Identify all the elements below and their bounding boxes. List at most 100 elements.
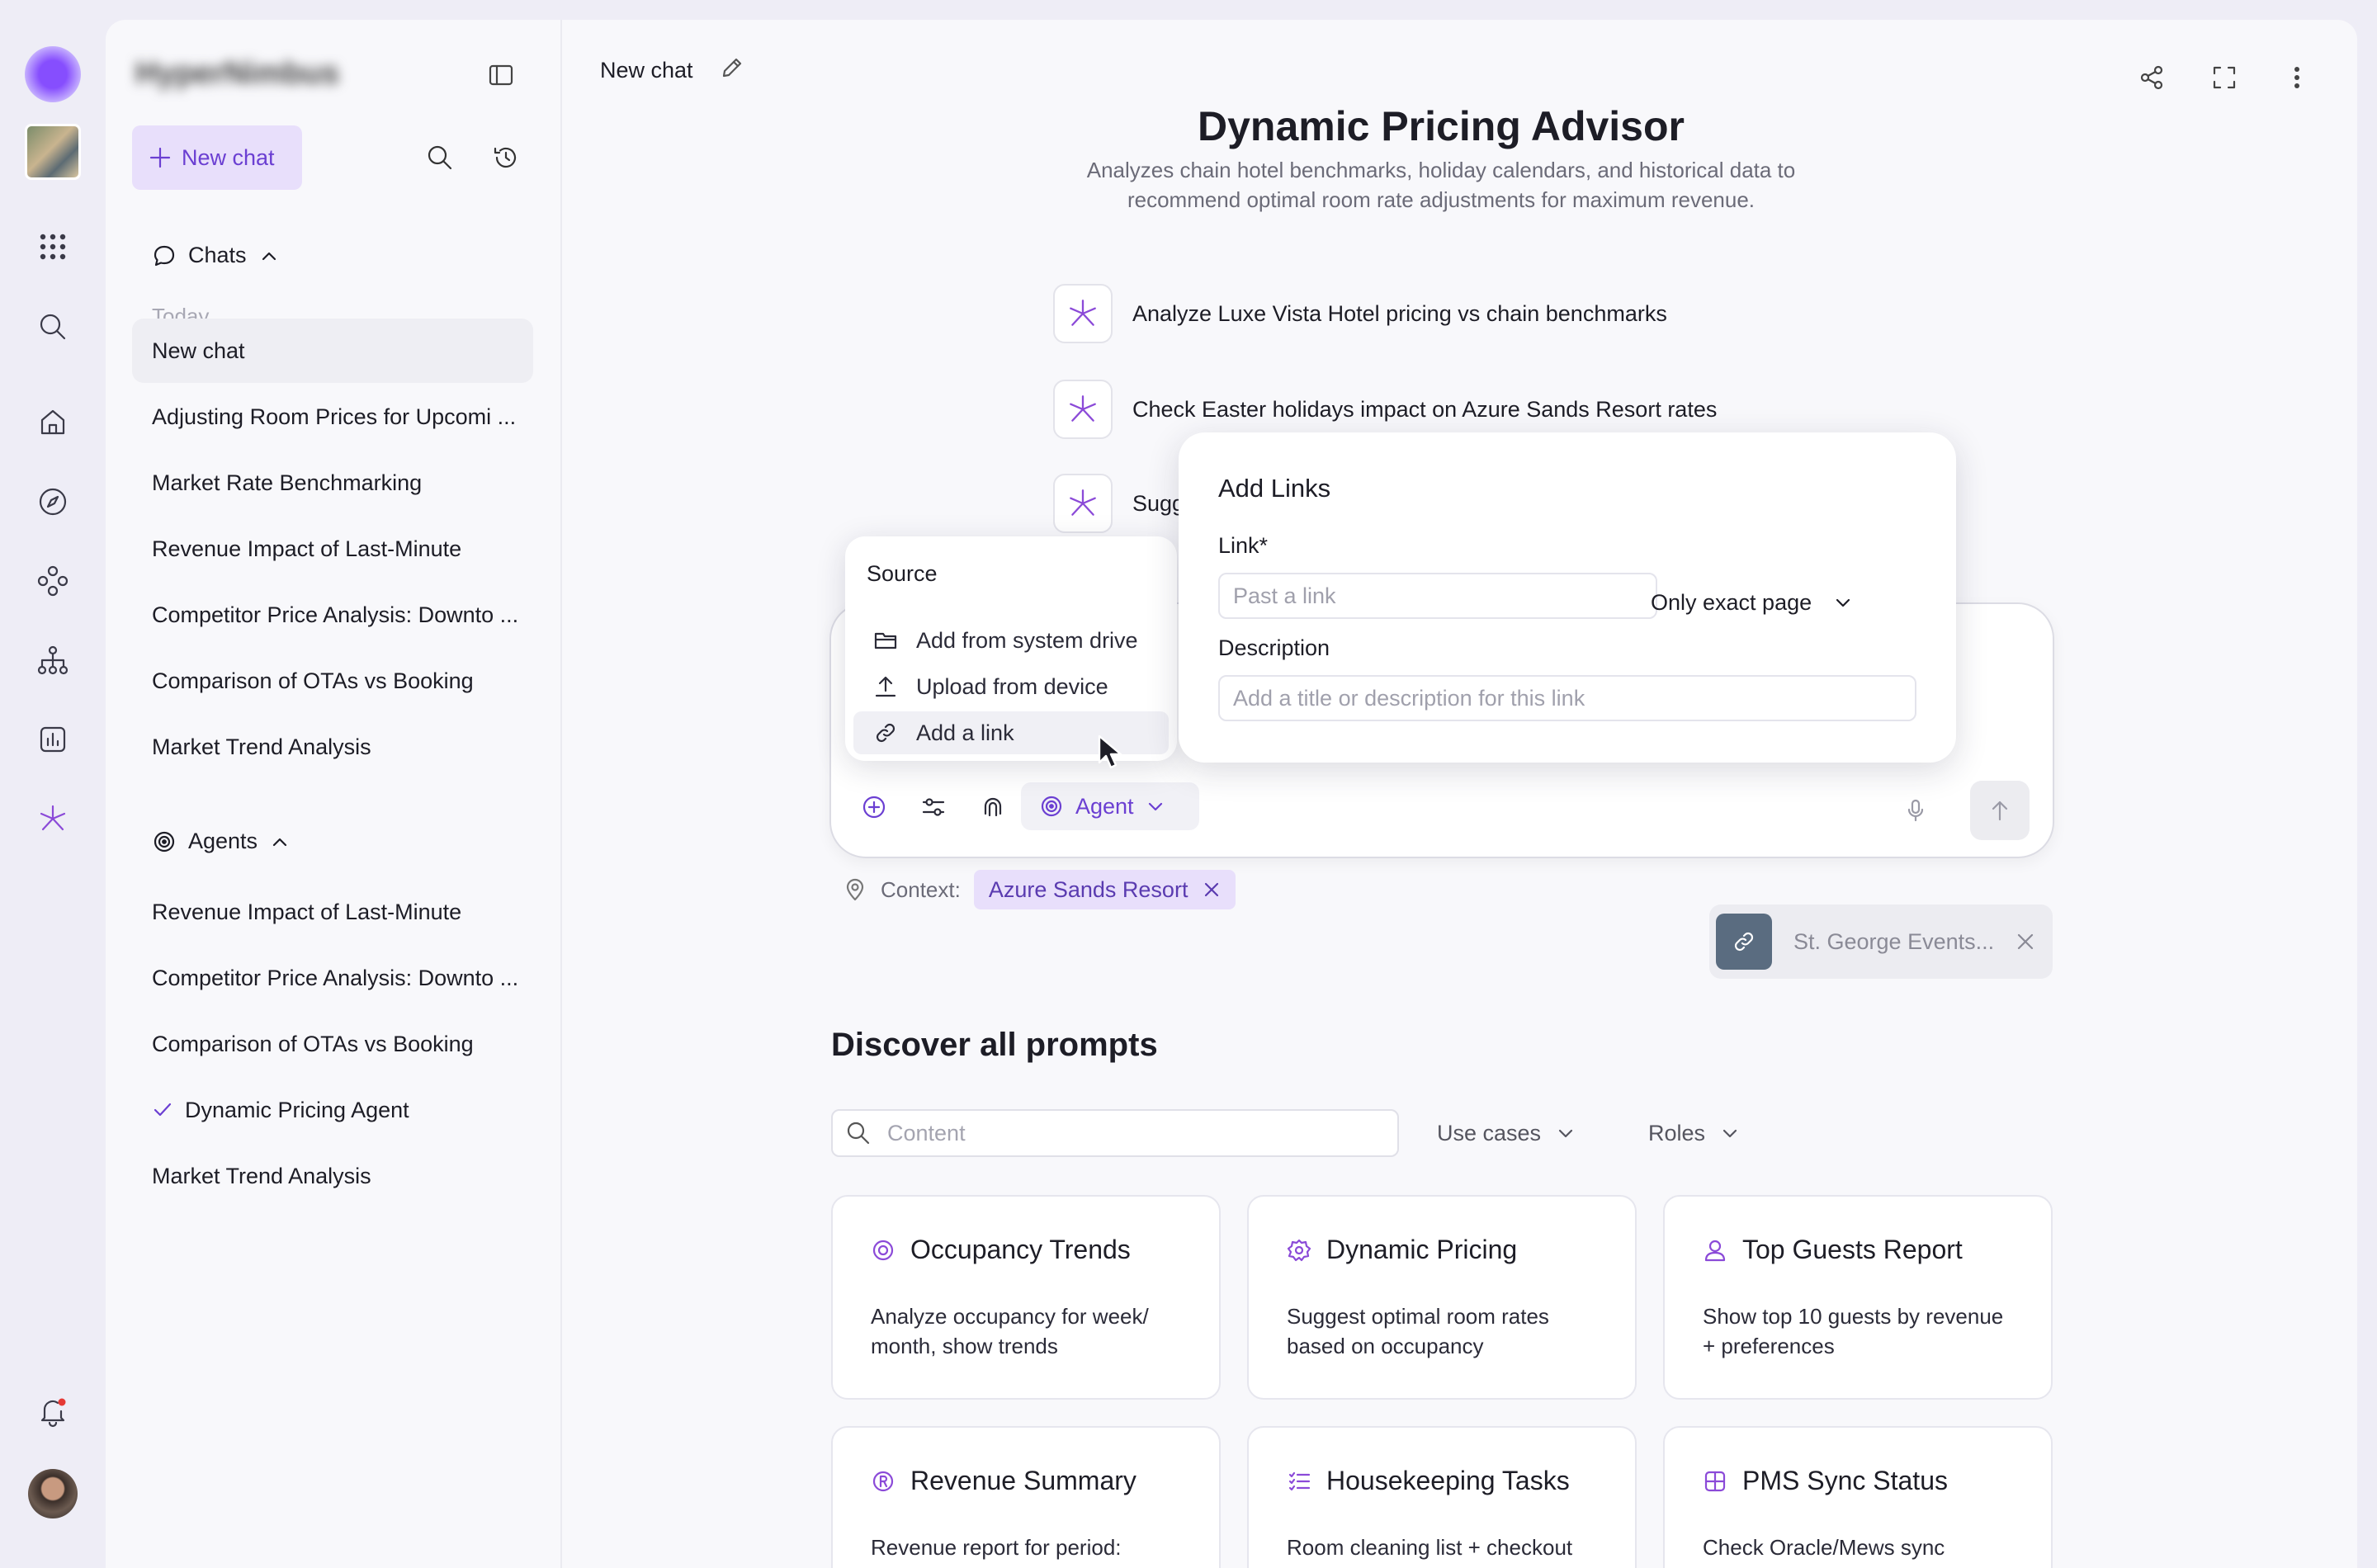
agent-icon bbox=[1053, 380, 1113, 439]
arrow-up-icon bbox=[1987, 798, 2012, 823]
prompt-card[interactable]: Housekeeping Tasks Room cleaning list + … bbox=[1247, 1426, 1637, 1568]
chevron-up-icon bbox=[258, 245, 280, 267]
suggestion-item[interactable]: Sugg bbox=[1053, 472, 1184, 535]
edit-title-icon[interactable] bbox=[719, 54, 745, 81]
agent-icon bbox=[1053, 474, 1113, 533]
app-logo[interactable] bbox=[25, 46, 81, 102]
fullscreen-icon[interactable] bbox=[2201, 54, 2247, 101]
apps-grid-icon[interactable] bbox=[30, 224, 76, 270]
add-from-drive-item[interactable]: Add from system drive bbox=[853, 619, 1169, 662]
new-chat-button[interactable]: New chat bbox=[132, 125, 302, 190]
notifications-icon[interactable] bbox=[30, 1388, 76, 1434]
context-label: Context: bbox=[881, 876, 961, 902]
attached-link-chip[interactable]: St. George Events... bbox=[1709, 904, 2053, 979]
prompt-card[interactable]: Dynamic Pricing Suggest optimal room rat… bbox=[1247, 1195, 1637, 1400]
integrations-icon[interactable] bbox=[30, 558, 76, 604]
brand-name: HyperNimbus bbox=[135, 56, 340, 91]
prompt-card[interactable]: Revenue Summary Revenue report for perio… bbox=[831, 1426, 1221, 1568]
fingerprint-icon[interactable] bbox=[970, 784, 1016, 830]
agent-item[interactable]: Revenue Impact of Last-Minute bbox=[132, 880, 533, 944]
scope-dropdown[interactable]: Only exact page bbox=[1651, 579, 1853, 626]
target-icon bbox=[1039, 794, 1064, 819]
app-rail bbox=[0, 0, 106, 1568]
occupancy-icon bbox=[871, 1238, 896, 1263]
discover-prompts-heading: Discover all prompts bbox=[831, 1027, 1158, 1063]
collapse-sidebar-icon[interactable] bbox=[487, 61, 515, 89]
agent-item[interactable]: Comparison of OTAs vs Booking bbox=[132, 1012, 533, 1076]
chat-item[interactable]: New chat bbox=[132, 319, 533, 383]
main-panel: New chat Dynamic Pricing Advisor Analyze… bbox=[562, 20, 2357, 1568]
chat-item[interactable]: Comparison of OTAs vs Booking bbox=[132, 649, 533, 713]
description-input[interactable]: Add a title or description for this link bbox=[1218, 675, 1916, 721]
description-label: Description bbox=[1218, 635, 1330, 660]
search-icon bbox=[846, 1121, 871, 1145]
prompt-card[interactable]: Occupancy Trends Analyze occupancy for w… bbox=[831, 1195, 1221, 1400]
checkmark-icon bbox=[152, 1099, 173, 1121]
send-button[interactable] bbox=[1970, 781, 2030, 840]
reports-icon[interactable] bbox=[30, 716, 76, 763]
chat-bubble-icon bbox=[152, 243, 177, 268]
prompt-card[interactable]: Top Guests Report Show top 10 guests by … bbox=[1663, 1195, 2053, 1400]
use-cases-dropdown[interactable]: Use cases bbox=[1437, 1109, 1576, 1157]
source-menu: Source Add from system drive Upload from… bbox=[845, 536, 1177, 761]
chat-item[interactable]: Market Rate Benchmarking bbox=[132, 451, 533, 515]
user-avatar[interactable] bbox=[28, 1469, 78, 1518]
context-bar: Context: Azure Sands Resort bbox=[843, 868, 1236, 911]
history-icon[interactable] bbox=[492, 144, 520, 172]
remove-link-icon[interactable] bbox=[2015, 932, 2035, 952]
tasks-icon bbox=[1287, 1469, 1311, 1494]
agent-item[interactable]: Competitor Price Analysis: Downto ... bbox=[132, 946, 533, 1010]
chats-section-header[interactable]: Chats bbox=[152, 243, 280, 268]
context-chip[interactable]: Azure Sands Resort bbox=[973, 870, 1236, 909]
sync-icon bbox=[1703, 1469, 1727, 1494]
settings-sliders-icon[interactable] bbox=[910, 784, 957, 830]
prompt-search-input[interactable]: Content bbox=[831, 1109, 1399, 1157]
chat-item[interactable]: Revenue Impact of Last-Minute bbox=[132, 517, 533, 581]
agent-subtitle: Analyzes chain hotel benchmarks, holiday… bbox=[1086, 158, 1796, 212]
chat-title: New chat bbox=[600, 58, 693, 83]
chevron-down-icon bbox=[1146, 796, 1165, 816]
roles-dropdown[interactable]: Roles bbox=[1648, 1109, 1740, 1157]
suggestion-item[interactable]: Analyze Luxe Vista Hotel pricing vs chai… bbox=[1053, 282, 1667, 345]
more-options-icon[interactable] bbox=[2274, 54, 2320, 101]
mouse-cursor bbox=[1098, 734, 1127, 771]
agent-title: Dynamic Pricing Advisor bbox=[1198, 103, 1685, 149]
pricing-icon bbox=[1287, 1238, 1311, 1263]
add-source-icon[interactable] bbox=[851, 784, 897, 830]
upload-from-device-item[interactable]: Upload from device bbox=[853, 665, 1169, 708]
agents-section-header[interactable]: Agents bbox=[152, 829, 291, 854]
plus-icon bbox=[149, 146, 172, 169]
compass-icon[interactable] bbox=[30, 479, 76, 525]
target-icon bbox=[152, 829, 177, 854]
link-icon bbox=[1716, 914, 1772, 970]
chat-item[interactable]: Competitor Price Analysis: Downto ... bbox=[132, 583, 533, 647]
remove-context-icon[interactable] bbox=[1203, 881, 1221, 899]
guest-icon bbox=[1703, 1238, 1727, 1263]
search-icon[interactable] bbox=[30, 304, 76, 350]
chat-item[interactable]: Market Trend Analysis bbox=[132, 715, 533, 779]
agent-item[interactable]: Market Trend Analysis bbox=[132, 1144, 533, 1208]
chevron-down-icon bbox=[1556, 1123, 1576, 1143]
sidebar: HyperNimbus New chat Chats Today New cha… bbox=[106, 20, 562, 1568]
agent-item-selected[interactable]: Dynamic Pricing Agent bbox=[132, 1078, 533, 1142]
chat-item[interactable]: Adjusting Room Prices for Upcomi ... bbox=[132, 385, 533, 449]
suggestion-item[interactable]: Check Easter holidays impact on Azure Sa… bbox=[1053, 378, 1717, 441]
agent-icon bbox=[1053, 284, 1113, 343]
upload-icon bbox=[873, 674, 898, 699]
link-label: Link* bbox=[1218, 533, 1269, 558]
chevron-up-icon bbox=[269, 831, 291, 852]
agent-mode-dropdown[interactable]: Agent bbox=[1021, 782, 1199, 830]
prompt-card[interactable]: PMS Sync Status Check Oracle/Mews sync bbox=[1663, 1426, 2053, 1568]
chevron-down-icon bbox=[1720, 1123, 1740, 1143]
add-links-title: Add Links bbox=[1218, 474, 1331, 503]
share-icon[interactable] bbox=[2129, 54, 2175, 101]
hierarchy-icon[interactable] bbox=[30, 637, 76, 683]
search-chats-icon[interactable] bbox=[426, 144, 454, 172]
agent-icon[interactable] bbox=[30, 796, 76, 842]
link-input[interactable]: Past a link bbox=[1218, 573, 1657, 619]
microphone-icon[interactable] bbox=[1893, 787, 1939, 834]
home-icon[interactable] bbox=[30, 399, 76, 446]
hotel-thumbnail[interactable] bbox=[25, 124, 81, 180]
chevron-down-icon bbox=[1833, 593, 1853, 612]
location-pin-icon bbox=[843, 877, 867, 902]
